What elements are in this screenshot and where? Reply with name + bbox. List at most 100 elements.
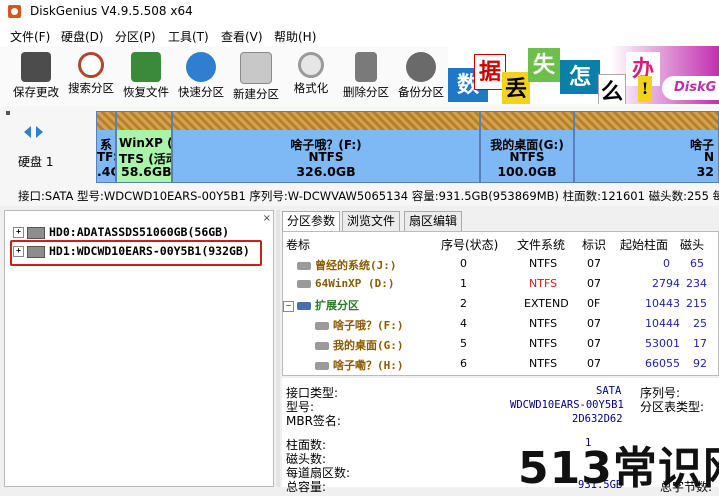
col-header-start-cyl[interactable]: 起始柱面 [620,236,668,253]
tree-node-label: HD0:ADATASSDS51060GB(56GB) [49,225,230,239]
row-fs: NTFS [529,257,558,270]
table-row[interactable]: 啥子哦？(F:) 4 NTFS 07 10444 25 [283,314,719,334]
banner-char: 么 [598,74,626,104]
row-index: 0 [460,257,467,270]
partition-block-system[interactable]: 系 TFS .4G [96,111,116,183]
delete-partition-button[interactable]: 删除分区 [339,48,393,104]
selection-highlight [10,240,262,266]
recover-files-label: 恢复文件 [123,85,169,99]
row-name: − 扩展分区 [283,297,359,313]
backup-partition-button[interactable]: 备份分区 [394,48,448,104]
backup-icon [406,52,436,82]
close-pane-icon[interactable]: × [263,213,271,224]
row-head: 65 [690,257,704,270]
tree-node-hd0[interactable]: + HD0:ADATASSDS51060GB(56GB) [13,225,229,239]
banner-logo: DiskG [662,76,719,100]
partition-name: WinXP (D [119,136,171,150]
save-icon [21,52,51,82]
interface-value: SATA [596,385,622,397]
quick-partition-icon [186,52,216,82]
partition-table-type-label: 分区表类型: [640,400,705,414]
row-index: 1 [460,277,467,290]
table-row[interactable]: 64WinXP (D:) 1 NTFS 07 2794 234 [283,274,719,294]
row-id: 07 [587,257,601,270]
table-row[interactable]: − 扩展分区 2 EXTEND 0F 10443 215 [283,294,719,314]
partition-size: 32 [696,164,714,179]
partition-fs: NTFS [509,150,545,164]
format-button[interactable]: 格式化 [284,48,338,104]
quick-partition-label: 快速分区 [178,85,224,99]
row-name: 曾经的系统(J:) [297,257,397,273]
menu-bar: 文件(F) 硬盘(D) 分区(P) 工具(T) 查看(V) 帮助(H) [0,24,719,46]
tab-partition-params[interactable]: 分区参数 [282,211,341,231]
row-head: 25 [693,317,707,330]
table-row[interactable]: 啥子嘞？(H:) 6 NTFS 07 66055 92 [283,354,719,374]
partition-size: 326.0GB [296,164,356,179]
col-header-fs[interactable]: 文件系统 [517,236,565,253]
pane-splitter[interactable] [276,210,280,487]
row-fs: NTFS [529,337,558,350]
tab-browse-files[interactable]: 浏览文件 [342,211,401,231]
drive-icon [297,280,311,288]
col-header-head[interactable]: 磁头 [680,236,704,253]
disk-info-line: 接口:SATA 型号:WDCWD10EARS-00Y5B1 序列号:W-DCWV… [18,189,719,203]
partition-block-g[interactable]: 我的桌面(G:) NTFS 100.0GB [480,111,574,183]
model-value: WDCWD10EARS-00Y5B1 [510,399,624,411]
partition-size: 100.0GB [497,164,557,179]
partition-fs: NTFS [308,150,344,164]
next-disk-arrow-icon[interactable] [36,126,43,138]
row-name: 64WinXP (D:) [297,277,394,290]
row-id: 07 [587,337,601,350]
recover-files-button[interactable]: 恢复文件 [119,48,173,104]
row-index: 2 [460,297,467,310]
menu-help[interactable]: 帮助(H) [274,28,316,45]
row-head: 17 [693,337,707,350]
menu-partition[interactable]: 分区(P) [115,28,156,45]
prev-disk-arrow-icon[interactable] [24,126,31,138]
promo-banner[interactable]: 数 据 丢 失 怎 么 办 ! DiskG [448,46,719,104]
delete-icon [355,52,377,82]
partition-size: 58.6GB [121,164,172,179]
new-partition-label: 新建分区 [233,87,279,101]
menu-tools[interactable]: 工具(T) [168,28,209,45]
row-start: 0 [663,257,670,270]
row-index: 6 [460,357,467,370]
table-row[interactable]: 曾经的系统(J:) 0 NTFS 07 0 65 [283,254,719,274]
tab-sector-edit[interactable]: 扇区编辑 [404,211,463,231]
new-partition-button[interactable]: 新建分区 [229,48,283,104]
partition-block-f[interactable]: 啥子哦？(F:) NTFS 326.0GB [172,111,480,183]
extended-icon [297,302,311,310]
collapse-icon[interactable]: − [283,300,294,312]
expand-icon[interactable]: + [13,227,24,238]
delete-partition-label: 删除分区 [343,85,389,99]
row-fs: NTFS [529,277,558,290]
quick-partition-button[interactable]: 快速分区 [174,48,228,104]
new-partition-icon [240,52,272,84]
menu-view[interactable]: 查看(V) [221,28,263,45]
title-bar: DiskGenius V4.9.5.508 x64 [0,0,719,24]
row-id: 0F [587,297,601,310]
search-partition-button[interactable]: 搜索分区 [64,48,118,104]
partition-block-h[interactable]: 啥子 N 32 [574,111,719,183]
disk-label: 硬盘 1 [18,155,54,169]
row-name: 啥子嘞？(H:) [315,357,404,373]
menu-disk[interactable]: 硬盘(D) [61,28,104,45]
drive-icon [315,322,329,330]
row-start: 2794 [652,277,680,290]
partition-block-winxp[interactable]: WinXP (D TFS (活动 58.6GB [116,111,172,183]
col-header-index[interactable]: 序号(状态) [441,236,498,253]
row-id: 07 [587,277,601,290]
row-id: 07 [587,317,601,330]
mbr-signature-label: MBR签名: [286,414,341,428]
save-changes-button[interactable]: 保存更改 [9,48,63,104]
row-name-text: 扩展分区 [315,299,359,312]
col-header-label[interactable]: 卷标 [286,236,310,253]
banner-char: 怎 [560,60,600,94]
table-row[interactable]: 我的桌面(G:) 5 NTFS 07 53001 17 [283,334,719,354]
menu-file[interactable]: 文件(F) [10,28,50,45]
backup-partition-label: 备份分区 [398,85,444,99]
drive-icon [297,262,311,270]
row-name-text: 啥子哦？(F:) [333,319,404,332]
col-header-id[interactable]: 标识 [582,236,606,253]
search-icon [78,52,104,78]
